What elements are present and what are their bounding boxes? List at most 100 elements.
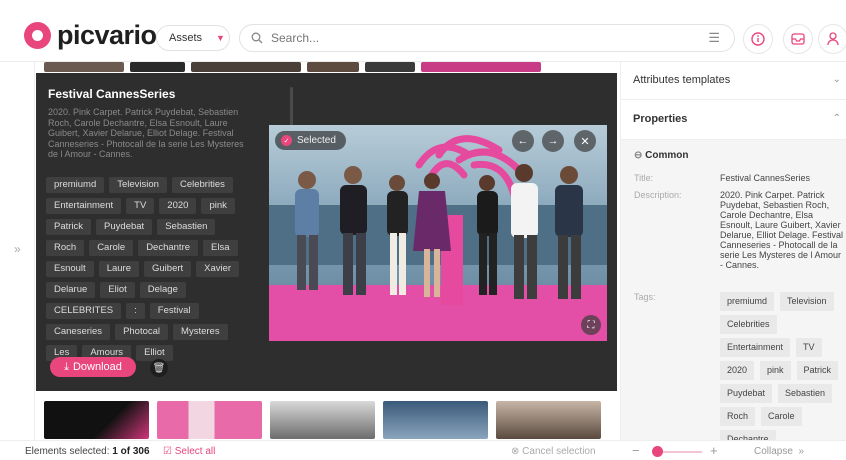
expand-sidebar-icon[interactable]: » bbox=[14, 242, 21, 256]
zoom-out-button[interactable]: − bbox=[632, 443, 640, 458]
tag[interactable]: Festival bbox=[149, 303, 199, 319]
properties-section-header[interactable]: Properties ⌃ bbox=[621, 100, 846, 140]
assets-dropdown[interactable]: Assets ▼ bbox=[156, 25, 230, 51]
fullscreen-button[interactable]: ⛶ bbox=[581, 315, 601, 335]
properties-body: ⊖ Common Title: Festival CannesSeries De… bbox=[621, 140, 846, 449]
tag[interactable]: 2020 bbox=[159, 198, 197, 214]
tag[interactable]: Roch bbox=[720, 407, 756, 426]
collapse-group-icon: ⊖ bbox=[634, 150, 643, 161]
arrow-left-icon: ← bbox=[517, 135, 529, 147]
selection-count-value: 1 of 306 bbox=[112, 446, 150, 457]
thumbnail[interactable] bbox=[130, 62, 185, 72]
tag[interactable]: pink bbox=[201, 198, 235, 214]
tag[interactable]: Entertainment bbox=[720, 338, 791, 357]
previous-button[interactable]: ← bbox=[512, 130, 534, 152]
select-all-button[interactable]: ☑ Select all bbox=[163, 446, 215, 457]
common-group-toggle[interactable]: ⊖ Common bbox=[634, 150, 689, 161]
title-label: Title: bbox=[634, 173, 654, 183]
common-label: Common bbox=[645, 150, 689, 161]
thumbnail[interactable] bbox=[157, 401, 262, 439]
search-icon bbox=[251, 32, 263, 44]
tag[interactable]: Entertainment bbox=[46, 198, 122, 214]
tag[interactable]: Patrick bbox=[796, 361, 839, 380]
selected-badge[interactable]: ✓ Selected bbox=[275, 131, 346, 150]
asset-title: Festival CannesSeries bbox=[48, 87, 176, 101]
tag[interactable]: Delarue bbox=[46, 282, 96, 298]
collapse-label: Collapse bbox=[754, 446, 793, 457]
thumbnail[interactable] bbox=[191, 62, 301, 72]
collapse-button[interactable]: Collapse » bbox=[754, 446, 804, 457]
tag[interactable]: Photocal bbox=[115, 324, 169, 340]
thumbnail[interactable] bbox=[496, 401, 601, 439]
selection-count: Elements selected: 1 of 306 bbox=[25, 446, 150, 457]
search-bar[interactable]: ☰ bbox=[239, 24, 735, 52]
tag[interactable]: Laure bbox=[98, 261, 139, 277]
thumbnail-selected[interactable] bbox=[421, 62, 541, 72]
thumbnail[interactable] bbox=[44, 401, 149, 439]
thumbnail[interactable] bbox=[383, 401, 488, 439]
selection-prefix: Elements selected: bbox=[25, 446, 110, 457]
tag[interactable]: Sebastien bbox=[778, 384, 833, 403]
chevron-down-icon: ▼ bbox=[216, 33, 225, 43]
tag[interactable]: Puydebat bbox=[720, 384, 773, 403]
tag[interactable]: CELEBRITES bbox=[46, 303, 122, 319]
tag[interactable]: Dechantre bbox=[138, 240, 199, 256]
tag[interactable]: Celebrities bbox=[171, 177, 233, 193]
thumbnail-row-bottom bbox=[44, 401, 610, 439]
inbox-icon bbox=[791, 33, 805, 45]
tag[interactable]: premiumd bbox=[46, 177, 105, 193]
thumbnail[interactable] bbox=[44, 62, 124, 72]
tag[interactable]: Eliot bbox=[100, 282, 135, 298]
thumbnail[interactable] bbox=[365, 62, 415, 72]
tag[interactable]: Roch bbox=[46, 240, 85, 256]
tag[interactable]: pink bbox=[760, 361, 791, 380]
tag[interactable]: Puydebat bbox=[96, 219, 153, 235]
search-input[interactable] bbox=[271, 31, 671, 45]
trash-icon: 🗑 bbox=[152, 362, 166, 374]
tag[interactable]: Celebrities bbox=[720, 315, 777, 334]
inbox-button[interactable] bbox=[783, 24, 813, 54]
tags-label: Tags: bbox=[634, 292, 656, 302]
tag[interactable]: Xavier bbox=[196, 261, 240, 277]
tag[interactable]: Esnoult bbox=[46, 261, 94, 277]
tag[interactable]: Elliot bbox=[136, 345, 173, 361]
tag[interactable]: TV bbox=[796, 338, 822, 357]
logo[interactable]: picvario bbox=[24, 20, 157, 51]
thumbnail[interactable] bbox=[307, 62, 359, 72]
tag[interactable]: Mysteres bbox=[173, 324, 228, 340]
asset-description: 2020. Pink Carpet. Patrick Puydebat, Seb… bbox=[48, 107, 244, 159]
attributes-templates-heading: Attributes templates bbox=[633, 74, 731, 86]
tag[interactable]: Patrick bbox=[46, 219, 92, 235]
chevron-up-icon: ⌃ bbox=[832, 113, 841, 124]
tag[interactable]: Elsa bbox=[203, 240, 238, 256]
zoom-in-button[interactable]: + bbox=[710, 443, 718, 458]
top-bar: picvario Assets ▼ ☰ bbox=[0, 0, 846, 62]
tag[interactable]: 2020 bbox=[720, 361, 755, 380]
tag[interactable]: Guibert bbox=[144, 261, 192, 277]
next-button[interactable]: → bbox=[542, 130, 564, 152]
tag[interactable]: Caneseries bbox=[46, 324, 111, 340]
tag[interactable]: Carole bbox=[761, 407, 802, 426]
tag[interactable]: : bbox=[126, 303, 145, 319]
cancel-selection-button[interactable]: ⊗ Cancel selection bbox=[511, 446, 596, 457]
tag[interactable]: Television bbox=[780, 292, 834, 311]
zoom-slider-handle[interactable] bbox=[652, 446, 663, 457]
tag[interactable]: premiumd bbox=[720, 292, 775, 311]
thumbnail[interactable] bbox=[270, 401, 375, 439]
tag[interactable]: TV bbox=[126, 198, 155, 214]
download-icon: ⤓ bbox=[64, 360, 69, 373]
delete-button[interactable]: 🗑 bbox=[150, 359, 168, 377]
info-button[interactable] bbox=[743, 24, 773, 54]
download-button[interactable]: ⤓ Download bbox=[50, 357, 136, 377]
tag[interactable]: Delage bbox=[139, 282, 186, 298]
tag[interactable]: Carole bbox=[89, 240, 134, 256]
tag[interactable]: Sebastien bbox=[157, 219, 216, 235]
attributes-templates-section[interactable]: Attributes templates ⌄ bbox=[621, 62, 846, 100]
tag[interactable]: Television bbox=[109, 177, 167, 193]
close-preview-button[interactable]: ✕ bbox=[574, 130, 596, 152]
profile-button[interactable] bbox=[818, 24, 846, 54]
photocall-image bbox=[269, 125, 607, 341]
check-icon: ✓ bbox=[281, 135, 292, 146]
filter-settings-icon[interactable]: ☰ bbox=[708, 30, 720, 46]
asset-image[interactable]: ✓ Selected ← → ✕ ⛶ bbox=[269, 125, 607, 341]
